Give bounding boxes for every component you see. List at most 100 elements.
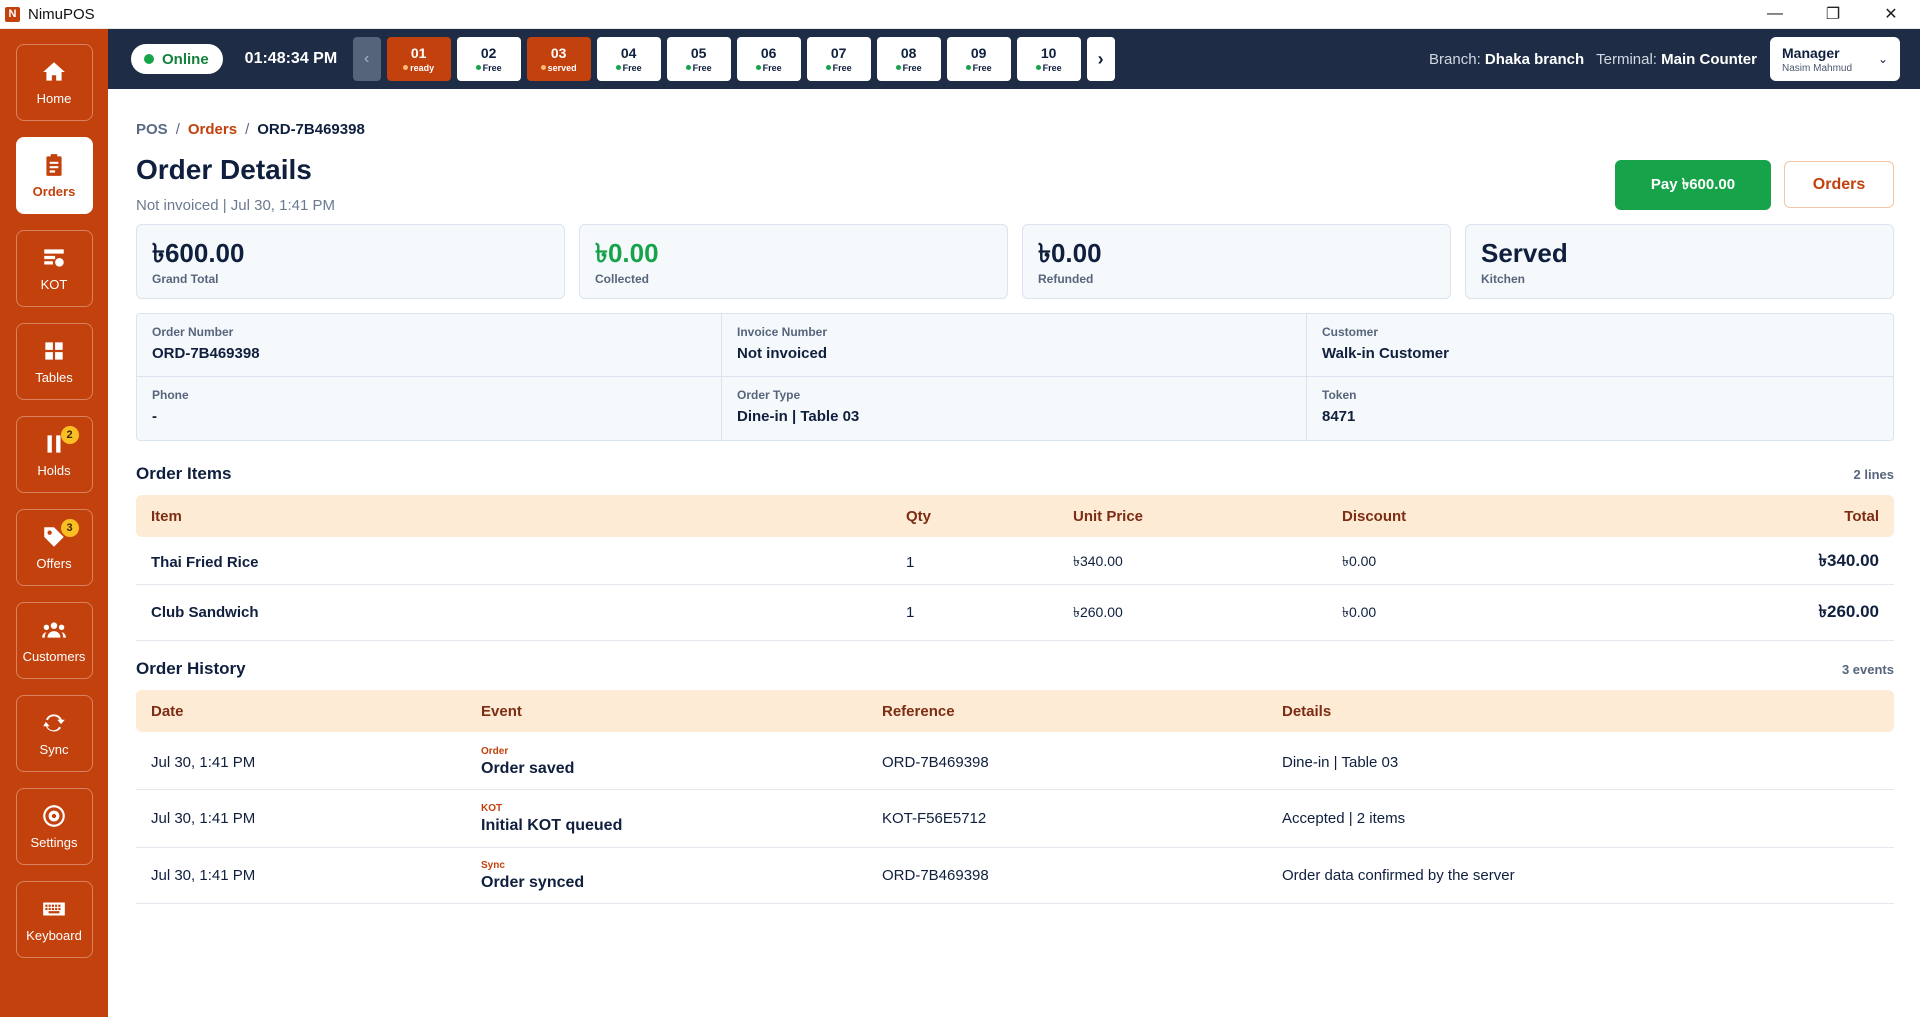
table-card-09[interactable]: 09 Free [946, 37, 1011, 81]
table-card-05[interactable]: 05 Free [666, 37, 731, 81]
status-dot-icon [755, 65, 761, 70]
restore-button[interactable]: ❐ [1804, 0, 1862, 29]
table-status-label: Free [762, 62, 782, 73]
table-status-label: Free [1042, 62, 1062, 73]
tables-icon [45, 342, 63, 360]
tables-prev-button[interactable]: ‹ [352, 37, 381, 81]
keyboard-icon [43, 902, 65, 916]
info-token: Token 8471 [1307, 377, 1893, 440]
status-dot-icon [615, 65, 621, 70]
stat-card-grand-total: ৳600.00 Grand Total [136, 224, 565, 299]
info-value: Walk-in Customer [1322, 345, 1449, 362]
table-row: Thai Fried Rice 1 ৳340.00 ৳0.00 ৳340.00 [136, 540, 1894, 585]
sidebar-item-customers[interactable]: Customers [15, 602, 93, 679]
user-menu-button[interactable]: Manager Nasim Mahmud ⌄ [1770, 37, 1900, 81]
table-status: served [540, 63, 577, 73]
table-card-07[interactable]: 07 Free [806, 37, 871, 81]
info-label: Order Number [152, 325, 234, 339]
sidebar-item-label: Customers [22, 649, 86, 664]
app-logo-icon: N [5, 6, 20, 22]
order-history-title: Order History [136, 659, 246, 678]
sidebar-item-keyboard[interactable]: Keyboard [15, 881, 93, 958]
sidebar-item-label: Tables [35, 370, 73, 385]
table-strip: 01 ready 02 Free 03 served 04 Free 05 Free 06… [386, 37, 1081, 81]
status-dot-icon [685, 65, 691, 70]
user-role: Manager [1782, 44, 1840, 61]
table-card-03[interactable]: 03 served [526, 37, 591, 81]
info-value: ORD-7B469398 [152, 345, 260, 362]
table-card-04[interactable]: 04 Free [596, 37, 661, 81]
branch-label: Branch: [1429, 50, 1481, 68]
order-items-title: Order Items [136, 464, 232, 483]
table-card-10[interactable]: 10 Free [1016, 37, 1081, 81]
sidebar-item-offers[interactable]: Offers 3 [15, 509, 93, 586]
breadcrumb-orders-link[interactable]: Orders [188, 121, 237, 138]
sidebar-item-kot[interactable]: KOT [15, 230, 93, 307]
page-title: Order Details [136, 154, 312, 185]
col-qty: Qty [906, 507, 932, 525]
info-customer: Customer Walk-in Customer [1307, 314, 1893, 377]
table-card-02[interactable]: 02 Free [456, 37, 521, 81]
minimize-button[interactable]: — [1746, 0, 1804, 29]
event-details: Order data confirmed by the server [1282, 867, 1515, 884]
event-tag: Order [481, 746, 509, 757]
breadcrumb-separator: / [175, 121, 180, 138]
info-phone: Phone - [137, 377, 722, 440]
sidebar-item-orders[interactable]: Orders [15, 137, 93, 214]
table-card-06[interactable]: 06 Free [736, 37, 801, 81]
sidebar-item-settings[interactable]: Settings [15, 788, 93, 865]
window-titlebar: N NimuPOS — ❐ ✕ [0, 0, 1920, 29]
home-icon [43, 62, 65, 81]
status-dot-icon [540, 65, 546, 70]
info-label: Token [1322, 388, 1357, 402]
user-info: Manager Nasim Mahmud [1782, 45, 1852, 74]
stat-label: Grand Total [152, 272, 219, 286]
kot-icon [44, 249, 64, 267]
breadcrumb-current: ORD-7B469398 [257, 121, 365, 138]
order-history-count: 3 events [1841, 662, 1894, 677]
table-status-label: Free [482, 62, 502, 73]
info-value: - [152, 408, 157, 425]
info-order-number: Order Number ORD-7B469398 [137, 314, 722, 377]
branch-info: Branch: Dhaka branch [1429, 51, 1584, 68]
col-reference: Reference [882, 702, 955, 720]
table-card-08[interactable]: 08 Free [876, 37, 941, 81]
table-status: Free [895, 63, 922, 73]
breadcrumb: POS / Orders / ORD-7B469398 [136, 121, 365, 138]
item-qty: 1 [906, 604, 915, 621]
table-status: ready [403, 63, 434, 73]
top-bar: Online 01:48:34 PM ‹ 01 ready 02 Free 03 se… [108, 29, 1920, 89]
tables-next-button[interactable]: › [1086, 37, 1115, 81]
col-item: Item [151, 507, 182, 525]
stat-card-refunded: ৳0.00 Refunded [1022, 224, 1451, 299]
table-row: Jul 30, 1:41 PM Order Order saved ORD-7B4… [136, 735, 1894, 790]
event-cell: Order Order saved [481, 746, 574, 778]
table-status-label: Free [972, 62, 992, 73]
table-row: Club Sandwich 1 ৳260.00 ৳0.00 ৳260.00 [136, 585, 1894, 641]
table-card-01[interactable]: 01 ready [386, 37, 451, 81]
pay-button[interactable]: Pay ৳600.00 [1615, 160, 1771, 210]
clock: 01:48:34 PM [244, 50, 338, 67]
sidebar-item-holds[interactable]: Holds 2 [15, 416, 93, 493]
event-name: Initial KOT queued [481, 816, 623, 834]
sidebar-item-tables[interactable]: Tables [15, 323, 93, 400]
online-status-badge: Online [131, 44, 223, 74]
table-number: 03 [550, 44, 567, 61]
customers-icon [42, 622, 66, 638]
breadcrumb-root[interactable]: POS [136, 121, 168, 138]
orders-button[interactable]: Orders [1784, 161, 1894, 208]
stat-value: Served [1481, 238, 1568, 268]
event-cell: Sync Order synced [481, 860, 584, 892]
close-button[interactable]: ✕ [1862, 0, 1920, 29]
table-row: Jul 30, 1:41 PM KOT Initial KOT queued KO… [136, 790, 1894, 848]
status-dot-icon [895, 65, 901, 70]
event-reference: KOT-F56E5712 [882, 810, 987, 827]
terminal-value: Main Counter [1661, 50, 1757, 68]
table-number: 08 [900, 44, 917, 61]
sidebar-item-home[interactable]: Home [15, 44, 93, 121]
sidebar-item-sync[interactable]: Sync [15, 695, 93, 772]
info-value: Dine-in | Table 03 [737, 408, 860, 425]
event-tag: KOT [481, 802, 503, 814]
order-history-header: Date Event Reference Details [136, 690, 1894, 732]
table-number: 09 [970, 44, 987, 61]
